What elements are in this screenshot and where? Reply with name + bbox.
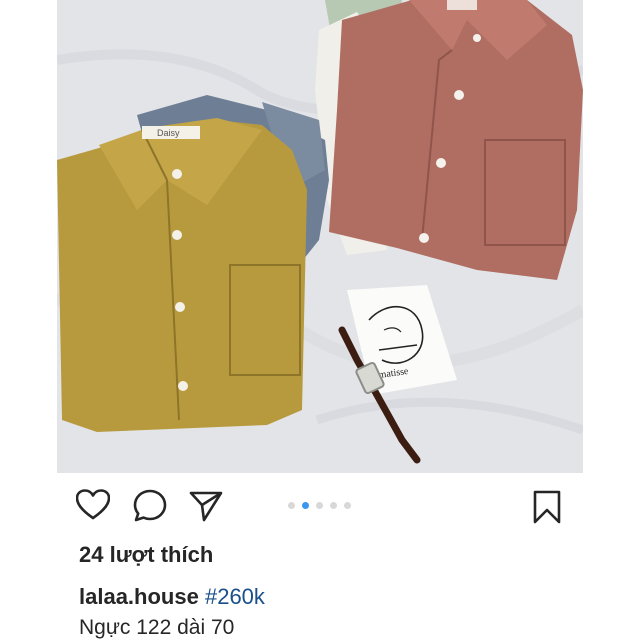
rose-shirt [329,0,583,280]
bookmark-icon[interactable] [533,490,561,524]
comment-icon[interactable] [133,489,167,523]
caption-header: lalaa.house #260k [79,584,265,610]
hashtag-link[interactable]: #260k [205,584,265,609]
post-actions-bar [0,473,640,543]
carousel-dot [344,502,351,509]
brand-tag: Daisy [157,128,180,138]
mustard-shirt: Daisy [57,118,307,432]
username-link[interactable]: lalaa.house [79,584,199,609]
share-icon[interactable] [189,490,223,522]
carousel-dot [288,502,295,509]
heart-icon[interactable] [76,489,110,521]
carousel-dot [316,502,323,509]
likes-count[interactable]: 24 lượt thích [79,542,213,568]
caption-text: Ngực 122 dài 70 [79,616,235,639]
carousel-dot [330,502,337,509]
shirts-illustration: Daisy matisse [57,0,583,473]
post-photo[interactable]: Daisy matisse [57,0,583,473]
carousel-dot-active [302,502,309,509]
